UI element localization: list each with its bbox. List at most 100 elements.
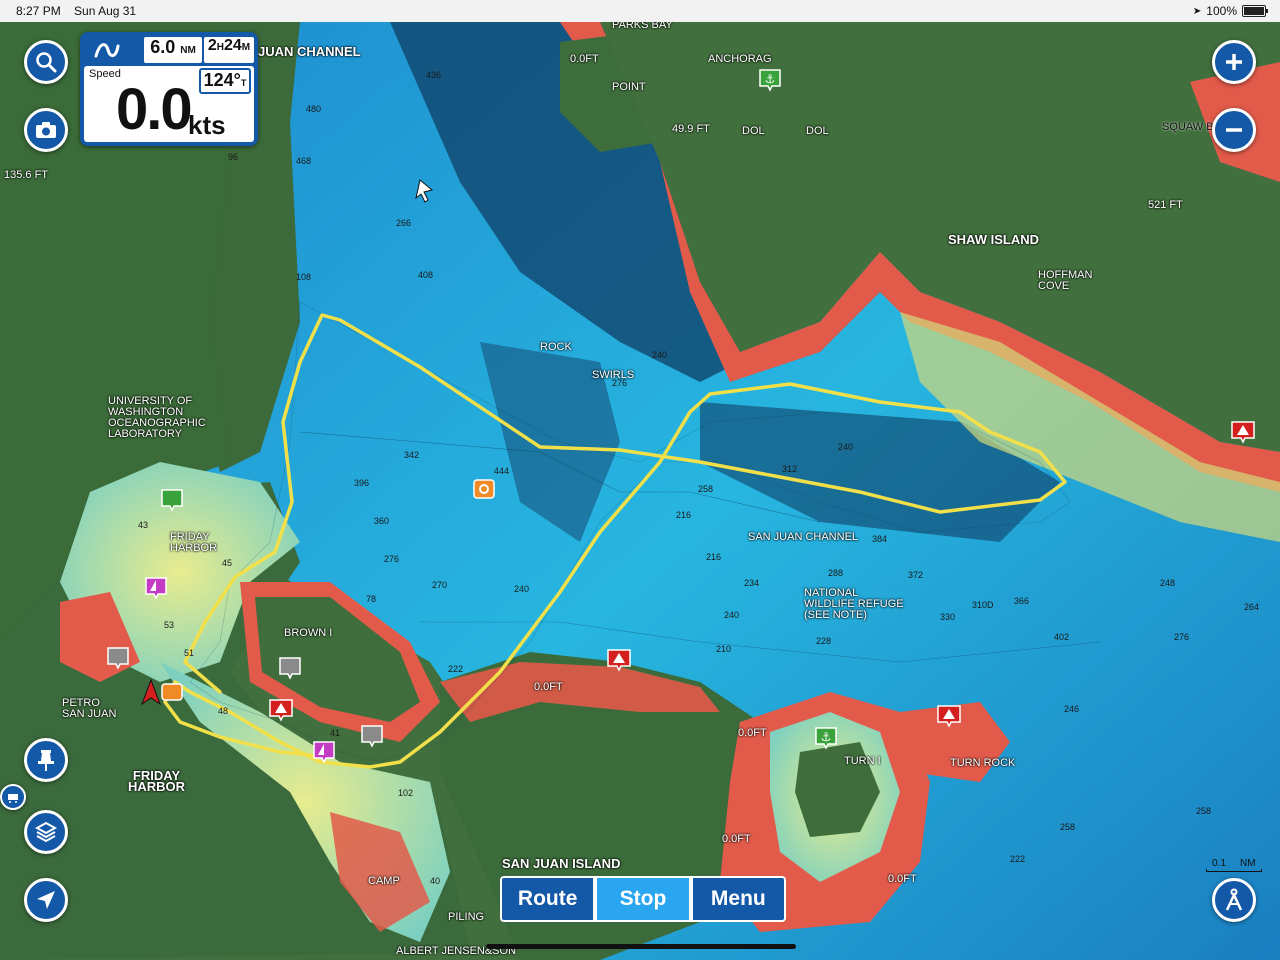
depth-sounding: 258	[698, 484, 714, 494]
depth-sounding: 384	[872, 534, 888, 544]
hazard-marker-icon[interactable]	[936, 704, 962, 728]
svg-text:⚓: ⚓	[765, 72, 776, 86]
search-button[interactable]	[24, 40, 68, 84]
battery-icon	[1242, 5, 1268, 17]
sailing-marker-icon[interactable]	[144, 576, 168, 600]
layers-icon	[35, 821, 57, 843]
label-hoffman-cove: HOFFMAN COVE	[1038, 269, 1093, 292]
depth-sounding: 366	[1014, 596, 1030, 606]
comment-marker-icon[interactable]	[106, 646, 130, 670]
navionics-logo-icon	[94, 43, 120, 58]
gps-button[interactable]	[24, 878, 68, 922]
hazard-marker-icon[interactable]	[1230, 420, 1256, 444]
track-settings-button[interactable]	[1212, 878, 1256, 922]
plus-icon	[1226, 54, 1242, 70]
depth-sounding: 480	[306, 104, 322, 114]
camera-button[interactable]	[24, 108, 68, 152]
label-zero-ft-b: 0.0FT	[534, 681, 563, 693]
speed-unit: kts	[188, 110, 226, 140]
depth-sounding: 248	[1160, 578, 1176, 588]
camera-icon	[36, 122, 56, 138]
label-dol-2: DOL	[806, 125, 829, 137]
route-button[interactable]: Route	[500, 876, 596, 922]
pin-icon	[38, 750, 54, 771]
hazard-marker-icon[interactable]	[606, 648, 632, 672]
zoom-out-button[interactable]	[1212, 108, 1256, 152]
depth-sounding: 40	[430, 876, 441, 886]
depth-sounding: 276	[1174, 632, 1190, 642]
depth-sounding: 402	[1054, 632, 1070, 642]
depth-sounding: 310D	[972, 600, 994, 610]
compass-a-icon	[1225, 888, 1243, 911]
depth-sounding: 222	[448, 664, 464, 674]
depth-sounding: 96	[228, 152, 239, 162]
label-parks-bay: PARKS BAY	[612, 22, 673, 31]
zoom-in-button[interactable]	[1212, 40, 1256, 84]
label-rock: ROCK	[540, 341, 572, 353]
label-petro-san-juan: PETRO SAN JUAN	[62, 697, 117, 720]
label-anchorage: ANCHORAG	[708, 53, 772, 65]
depth-sounding: 312	[782, 464, 798, 474]
label-zero-ft-c: 0.0FT	[738, 727, 767, 739]
label-juan-channel: JUAN CHANNEL	[258, 44, 361, 59]
depth-sounding: 270	[432, 580, 448, 590]
marina-marker-icon[interactable]	[472, 478, 496, 502]
fuel-marker-icon[interactable]	[160, 682, 184, 702]
label-turn-island: TURN I	[844, 755, 881, 767]
status-time: 8:27 PM	[16, 4, 61, 18]
depth-sounding: 228	[816, 636, 832, 646]
home-indicator[interactable]	[486, 944, 796, 949]
cart-icon	[8, 794, 18, 803]
hazard-marker-icon[interactable]	[268, 698, 294, 722]
comment-marker-icon[interactable]	[278, 656, 302, 680]
depth-sounding: 246	[1064, 704, 1080, 714]
search-icon	[36, 52, 57, 73]
depth-sounding: 360	[374, 516, 390, 526]
depth-sounding: 258	[1196, 806, 1212, 816]
anchorage-marker-icon[interactable]: ⚓	[758, 68, 782, 92]
depth-sounding: 330	[940, 612, 956, 622]
label-san-juan-island: SAN JUAN ISLAND	[502, 856, 621, 871]
depth-sounding: 216	[676, 510, 692, 520]
chart-map[interactable]: JUAN CHANNEL PARKS BAY ANCHORAG POINT DO…	[0, 22, 1280, 960]
depth-sounding: 240	[652, 350, 668, 360]
depth-sounding: 240	[514, 584, 530, 594]
label-shaw-island: SHAW ISLAND	[948, 232, 1039, 247]
svg-text:⚓: ⚓	[821, 730, 832, 744]
map-legend-button[interactable]	[0, 784, 26, 810]
vessel-position-icon	[140, 678, 162, 706]
label-camp: CAMP	[368, 875, 400, 887]
depth-sounding: 288	[828, 568, 844, 578]
depth-sounding: 342	[404, 450, 420, 460]
menu-button[interactable]: Menu	[690, 876, 786, 922]
comment-marker-icon[interactable]	[360, 724, 384, 748]
label-wildlife-refuge: NATIONAL WILDLIFE REFUGE (SEE NOTE)	[804, 587, 904, 621]
marina-marker-icon[interactable]	[160, 488, 184, 512]
add-marker-button[interactable]	[24, 738, 68, 782]
depth-sounding: 234	[744, 578, 760, 588]
depth-sounding: 41	[330, 728, 341, 738]
depth-sounding: 48	[218, 706, 229, 716]
label-135-6-ft: 135.6 FT	[4, 169, 49, 181]
distance-readout: 6.0 NM	[144, 37, 202, 63]
route-control-bar: Route Stop Menu	[500, 876, 786, 922]
speed-value: 0.0	[116, 77, 193, 142]
label-uw-lab: UNIVERSITY OF WASHINGTON OCEANOGRAPHIC L…	[108, 395, 206, 440]
stop-button[interactable]: Stop	[595, 876, 691, 922]
layers-button[interactable]	[24, 810, 68, 854]
label-zero-ft-e: 0.0FT	[888, 873, 917, 885]
anchorage-marker-icon[interactable]: ⚓	[814, 726, 838, 750]
depth-sounding: 216	[706, 552, 722, 562]
depth-sounding: 396	[354, 478, 370, 488]
instrument-panel[interactable]: 6.0 NM 2 H 24 M Speed 0.0 kts 124° T	[80, 32, 258, 146]
label-zero-ft-a: 0.0FT	[570, 53, 599, 65]
sailing-marker-icon[interactable]	[312, 740, 336, 764]
depth-sounding: 240	[838, 442, 854, 452]
label-friday-harbor: FRIDAY HARBOR	[128, 768, 186, 794]
label-point: POINT	[612, 81, 646, 93]
depth-sounding: 43	[138, 520, 149, 530]
label-turn-rock: TURN ROCK	[950, 757, 1016, 769]
depth-sounding: 240	[724, 610, 740, 620]
label-brown-island: BROWN I	[284, 627, 333, 639]
label-521-ft: 521 FT	[1148, 199, 1183, 211]
